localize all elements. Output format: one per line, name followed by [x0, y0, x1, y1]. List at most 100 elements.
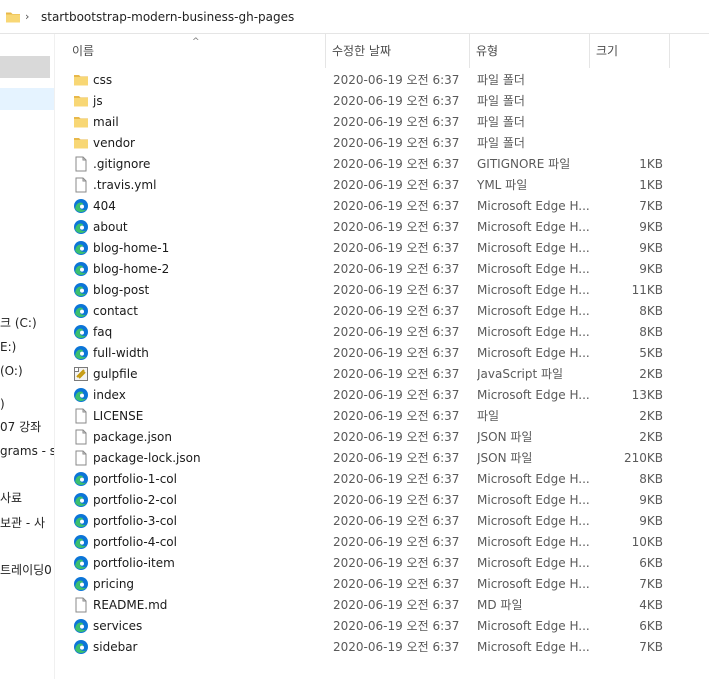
file-row[interactable]: .travis.yml 2020-06-19 오전 6:37 YML 파일 1KB [54, 175, 709, 196]
file-row[interactable]: index 2020-06-19 오전 6:37 Microsoft Edge H.… [54, 385, 709, 406]
file-name[interactable]: gulpfile [93, 364, 137, 385]
file-name[interactable]: README.md [93, 595, 167, 616]
column-header-date[interactable]: 수정한 날짜 [326, 34, 470, 68]
file-name[interactable]: faq [93, 322, 112, 343]
file-date: 2020-06-19 오전 6:37 [333, 409, 460, 423]
file-type: Microsoft Edge H... [477, 493, 590, 507]
file-name[interactable]: pricing [93, 574, 134, 595]
file-name[interactable]: about [93, 217, 128, 238]
file-name-cell: portfolio-item [72, 553, 322, 574]
nav-item[interactable]: grams - s [0, 440, 54, 462]
nav-item[interactable]: 사료 [0, 487, 54, 509]
file-name[interactable]: blog-home-2 [93, 259, 169, 280]
file-row[interactable]: blog-home-1 2020-06-19 오전 6:37 Microsoft E… [54, 238, 709, 259]
file-row[interactable]: pricing 2020-06-19 오전 6:37 Microsoft Edge … [54, 574, 709, 595]
file-row[interactable]: LICENSE 2020-06-19 오전 6:37 파일 2KB [54, 406, 709, 427]
file-row[interactable]: services 2020-06-19 오전 6:37 Microsoft Edge… [54, 616, 709, 637]
file-type: MD 파일 [477, 598, 523, 612]
file-name[interactable]: sidebar [93, 637, 138, 658]
file-row[interactable]: portfolio-3-col 2020-06-19 오전 6:37 Microso… [54, 511, 709, 532]
file-name[interactable]: vendor [93, 133, 135, 154]
edge-icon [73, 576, 89, 592]
file-name[interactable]: package-lock.json [93, 448, 201, 469]
file-name[interactable]: package.json [93, 427, 172, 448]
file-row[interactable]: css 2020-06-19 오전 6:37 파일 폴더 [54, 70, 709, 91]
file-size: 4KB [639, 598, 663, 612]
file-row[interactable]: portfolio-item 2020-06-19 오전 6:37 Microsof… [54, 553, 709, 574]
nav-item[interactable]: 07 강좌 [0, 416, 54, 438]
file-row[interactable]: mail 2020-06-19 오전 6:37 파일 폴더 [54, 112, 709, 133]
file-row[interactable]: gulpfile 2020-06-19 오전 6:37 JavaScript 파일 2… [54, 364, 709, 385]
column-header-name[interactable]: 이름 [66, 34, 326, 68]
file-name[interactable]: index [93, 385, 126, 406]
nav-item-drive-c[interactable]: 크 (C:) [0, 312, 54, 334]
column-header-type[interactable]: 유형 [470, 34, 590, 68]
file-name[interactable]: services [93, 616, 142, 637]
file-row[interactable]: package-lock.json 2020-06-19 오전 6:37 JSON … [54, 448, 709, 469]
nav-item[interactable] [0, 88, 54, 110]
file-date: 2020-06-19 오전 6:37 [333, 493, 460, 507]
nav-item[interactable] [0, 56, 50, 78]
file-name[interactable]: .travis.yml [93, 175, 156, 196]
file-row[interactable]: portfolio-1-col 2020-06-19 오전 6:37 Microso… [54, 469, 709, 490]
edge-icon [73, 534, 89, 550]
nav-item-drive-o[interactable]: (O:) [0, 360, 54, 382]
file-row[interactable]: about 2020-06-19 오전 6:37 Microsoft Edge H.… [54, 217, 709, 238]
file-name[interactable]: full-width [93, 343, 149, 364]
column-header-size[interactable]: 크기 [590, 34, 670, 68]
edge-icon [73, 282, 89, 298]
nav-item[interactable]: 트레이딩0 [0, 559, 54, 581]
file-row[interactable]: README.md 2020-06-19 오전 6:37 MD 파일 4KB [54, 595, 709, 616]
file-name-cell: portfolio-3-col [72, 511, 322, 532]
edge-icon [73, 198, 89, 214]
address-path[interactable]: startbootstrap-modern-business-gh-pages [41, 7, 294, 27]
file-size: 10KB [631, 535, 663, 549]
file-name[interactable]: portfolio-1-col [93, 469, 177, 490]
file-name[interactable]: portfolio-2-col [93, 490, 177, 511]
chevron-right-icon[interactable]: › [25, 9, 35, 25]
file-name[interactable]: 404 [93, 196, 116, 217]
file-row[interactable]: js 2020-06-19 오전 6:37 파일 폴더 [54, 91, 709, 112]
file-row[interactable]: faq 2020-06-19 오전 6:37 Microsoft Edge H...… [54, 322, 709, 343]
file-name[interactable]: mail [93, 112, 119, 133]
file-name[interactable]: portfolio-4-col [93, 532, 177, 553]
file-date: 2020-06-19 오전 6:37 [333, 73, 460, 87]
file-row[interactable]: portfolio-4-col 2020-06-19 오전 6:37 Microso… [54, 532, 709, 553]
file-type: 파일 폴더 [477, 94, 525, 108]
file-name[interactable]: blog-post [93, 280, 149, 301]
file-row[interactable]: contact 2020-06-19 오전 6:37 Microsoft Edge … [54, 301, 709, 322]
nav-item[interactable]: ) [0, 393, 54, 415]
file-row[interactable]: vendor 2020-06-19 오전 6:37 파일 폴더 [54, 133, 709, 154]
file-name[interactable]: LICENSE [93, 406, 143, 427]
edge-icon [73, 618, 89, 634]
file-type: Microsoft Edge H... [477, 220, 590, 234]
nav-item-drive-e[interactable]: E:) [0, 336, 54, 358]
file-size: 2KB [639, 367, 663, 381]
file-name[interactable]: portfolio-item [93, 553, 175, 574]
file-name[interactable]: .gitignore [93, 154, 150, 175]
file-icon [73, 450, 89, 466]
file-row[interactable]: .gitignore 2020-06-19 오전 6:37 GITIGNORE 파일… [54, 154, 709, 175]
file-row[interactable]: blog-home-2 2020-06-19 오전 6:37 Microsoft E… [54, 259, 709, 280]
file-size: 7KB [639, 577, 663, 591]
file-row[interactable]: package.json 2020-06-19 오전 6:37 JSON 파일 2KB [54, 427, 709, 448]
file-row[interactable]: full-width 2020-06-19 오전 6:37 Microsoft Ed… [54, 343, 709, 364]
address-box[interactable]: › startbootstrap-modern-business-gh-page… [0, 3, 709, 31]
file-name[interactable]: blog-home-1 [93, 238, 169, 259]
file-row[interactable]: sidebar 2020-06-19 오전 6:37 Microsoft Edge … [54, 637, 709, 658]
file-name[interactable]: js [93, 91, 103, 112]
file-name[interactable]: contact [93, 301, 138, 322]
file-list: css 2020-06-19 오전 6:37 파일 폴더 js 2020-06-19 오… [54, 70, 709, 658]
file-row[interactable]: portfolio-2-col 2020-06-19 오전 6:37 Microso… [54, 490, 709, 511]
file-size [595, 133, 663, 154]
nav-item[interactable]: 보관 - 사 [0, 512, 54, 534]
edge-icon [73, 345, 89, 361]
file-name[interactable]: portfolio-3-col [93, 511, 177, 532]
edge-icon [73, 261, 89, 277]
file-row[interactable]: 404 2020-06-19 오전 6:37 Microsoft Edge H...… [54, 196, 709, 217]
file-size: 5KB [639, 346, 663, 360]
file-date: 2020-06-19 오전 6:37 [333, 619, 460, 633]
file-size: 9KB [639, 241, 663, 255]
file-row[interactable]: blog-post 2020-06-19 오전 6:37 Microsoft Edg… [54, 280, 709, 301]
file-name[interactable]: css [93, 70, 112, 91]
